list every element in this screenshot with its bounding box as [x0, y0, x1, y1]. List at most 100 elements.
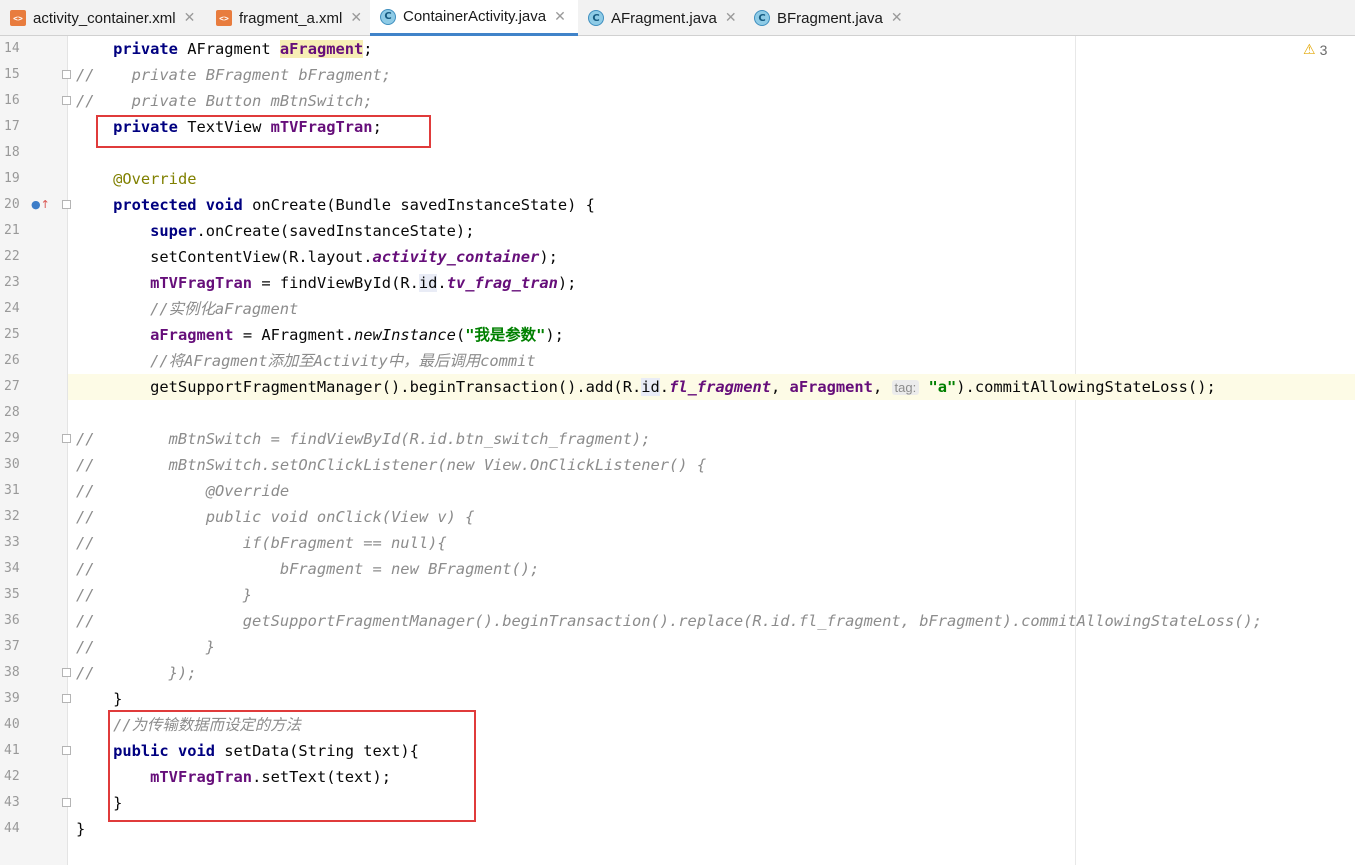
right-margin-guide	[1075, 36, 1076, 865]
code-line[interactable]: // private BFragment bFragment;	[76, 62, 391, 88]
tab-bfragment-java[interactable]: C BFragment.java ✕	[744, 0, 914, 36]
code-line[interactable]: // bFragment = new BFragment();	[76, 556, 539, 582]
line-number: 18	[4, 145, 20, 160]
tab-fragment-a-xml[interactable]: <> fragment_a.xml ✕	[206, 0, 370, 36]
code-token: "我是参数"	[465, 326, 546, 344]
code-line[interactable]: getSupportFragmentManager().beginTransac…	[76, 374, 1216, 400]
inspection-widget[interactable]: ⚠ 3	[1303, 42, 1327, 58]
code-line[interactable]: // }	[76, 582, 252, 608]
close-tab-icon[interactable]: ✕	[891, 10, 903, 26]
code-line[interactable]: // if(bFragment == null){	[76, 530, 447, 556]
code-token: getSupportFragmentManager().beginTransac…	[76, 378, 642, 396]
fold-marker-icon[interactable]	[62, 200, 71, 209]
code-token: aFragment	[279, 40, 364, 58]
close-tab-icon[interactable]: ✕	[184, 10, 196, 26]
line-number-gutter[interactable]: 14 15 16 17 18 19 20 21 22 23 24 25 26 27 28 29 30 31 32 33…	[0, 36, 68, 865]
fold-marker-icon[interactable]	[62, 746, 71, 755]
tab-label: AFragment.java	[611, 9, 717, 27]
code-line[interactable]: // });	[76, 660, 196, 686]
code-token: private	[113, 40, 178, 58]
highlight-box-field-declaration	[96, 115, 431, 148]
code-line[interactable]: }	[76, 816, 85, 842]
tab-afragment-java[interactable]: C AFragment.java ✕	[578, 0, 744, 36]
line-number: 32	[4, 509, 20, 524]
code-line[interactable]: //实例化aFragment	[76, 296, 298, 322]
code-token: ,	[771, 378, 790, 396]
code-token: ;	[363, 40, 373, 58]
code-token: // mBtnSwitch.setOnClickListener(new Vie…	[76, 456, 707, 474]
line-number: 34	[4, 561, 20, 576]
tab-activity-container-xml[interactable]: <> activity_container.xml ✕	[0, 0, 206, 36]
code-line[interactable]: // public void onClick(View v) {	[76, 504, 474, 530]
code-line[interactable]: //将AFragment添加至Activity中，最后调用commit	[76, 348, 536, 374]
code-line[interactable]: super.onCreate(savedInstanceState);	[76, 218, 474, 244]
tab-label: fragment_a.xml	[239, 9, 343, 27]
code-line[interactable]: @Override	[76, 166, 196, 192]
fold-marker-icon[interactable]	[62, 694, 71, 703]
code-line[interactable]: // @Override	[76, 478, 289, 504]
line-number: 40	[4, 717, 20, 732]
code-token: "a"	[928, 378, 957, 396]
code-line[interactable]: // private Button mBtnSwitch;	[76, 88, 373, 114]
code-line[interactable]: }	[76, 686, 122, 712]
line-number: 43	[4, 795, 20, 810]
code-line[interactable]: // mBtnSwitch.setOnClickListener(new Vie…	[76, 452, 706, 478]
code-token: = findViewById(R.	[252, 274, 419, 292]
fold-marker-icon[interactable]	[62, 96, 71, 105]
code-token: // mBtnSwitch = findViewById(R.id.btn_sw…	[76, 430, 651, 448]
tab-label: activity_container.xml	[33, 9, 176, 27]
java-class-icon: C	[588, 10, 604, 26]
fold-marker-icon[interactable]	[62, 668, 71, 677]
code-token: // bFragment = new BFragment();	[76, 560, 540, 578]
line-number: 15	[4, 67, 20, 82]
line-number: 28	[4, 405, 20, 420]
code-line[interactable]: aFragment = AFragment.newInstance("我是参数"…	[76, 322, 564, 348]
code-token: // public void onClick(View v) {	[76, 508, 475, 526]
close-tab-icon[interactable]: ✕	[554, 9, 566, 25]
fold-marker-icon[interactable]	[62, 798, 71, 807]
code-line[interactable]: // }	[76, 634, 215, 660]
tab-container-activity-java[interactable]: C ContainerActivity.java ✕	[370, 0, 578, 36]
parameter-hint: tag:	[891, 380, 920, 395]
override-gutter-icon[interactable]: ●↑	[31, 198, 50, 211]
code-line[interactable]: mTVFragTran = findViewById(R.id.tv_frag_…	[76, 270, 576, 296]
code-token: id	[641, 378, 660, 396]
code-token: (	[455, 326, 466, 344]
code-token: // }	[76, 586, 253, 604]
tab-label: ContainerActivity.java	[403, 8, 547, 25]
code-token: // }	[76, 638, 215, 656]
code-token: );	[539, 248, 558, 266]
code-line[interactable]: // getSupportFragmentManager().beginTran…	[76, 608, 1262, 634]
code-token: = AFragment.	[233, 326, 355, 344]
line-number: 20	[4, 197, 20, 212]
java-class-icon: C	[754, 10, 770, 26]
line-number: 24	[4, 301, 20, 316]
code-line[interactable]: protected void onCreate(Bundle savedInst…	[76, 192, 595, 218]
java-class-icon: C	[380, 8, 396, 25]
code-token: .	[659, 378, 670, 396]
highlight-box-setdata-method	[108, 710, 476, 822]
line-number: 17	[4, 119, 20, 134]
fold-marker-icon[interactable]	[62, 70, 71, 79]
fold-marker-icon[interactable]	[62, 434, 71, 443]
code-line[interactable]: setContentView(R.layout.activity_contain…	[76, 244, 558, 270]
tab-label: BFragment.java	[777, 9, 883, 27]
code-token: newInstance	[354, 326, 456, 344]
xml-file-icon: <>	[216, 10, 232, 26]
code-token: }	[76, 820, 86, 838]
line-number: 23	[4, 275, 20, 290]
code-line[interactable]: private AFragment aFragment;	[76, 36, 373, 62]
line-number: 26	[4, 353, 20, 368]
warning-icon: ⚠	[1303, 42, 1316, 58]
code-line[interactable]: // mBtnSwitch = findViewById(R.id.btn_sw…	[76, 426, 651, 452]
code-token: // });	[76, 664, 197, 682]
close-tab-icon[interactable]: ✕	[725, 10, 737, 26]
close-tab-icon[interactable]: ✕	[350, 10, 362, 26]
